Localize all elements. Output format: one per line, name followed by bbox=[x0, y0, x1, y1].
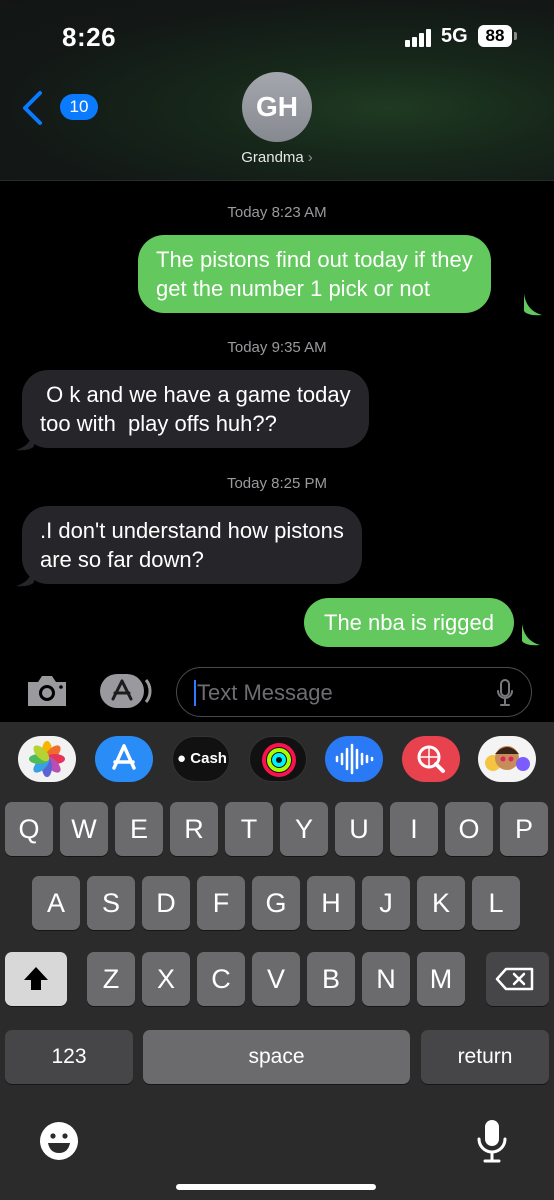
key-w[interactable]: W bbox=[60, 802, 108, 856]
key-g[interactable]: G bbox=[252, 876, 300, 930]
incoming-message[interactable]: O k and we have a game today too with pl… bbox=[22, 370, 369, 448]
space-key[interactable]: space bbox=[143, 1030, 410, 1084]
key-o[interactable]: O bbox=[445, 802, 493, 856]
key-b[interactable]: B bbox=[307, 952, 355, 1006]
key-m[interactable]: M bbox=[417, 952, 465, 1006]
text-cursor bbox=[194, 680, 196, 706]
shift-key[interactable] bbox=[5, 952, 67, 1006]
audio-message-icon[interactable] bbox=[325, 736, 383, 782]
key-n[interactable]: N bbox=[362, 952, 410, 1006]
key-d[interactable]: D bbox=[142, 876, 190, 930]
conversation-header: 8:26 5G 88 10 GH Grandma › bbox=[0, 0, 554, 181]
back-button[interactable]: 10 bbox=[20, 88, 98, 128]
key-y[interactable]: Y bbox=[280, 802, 328, 856]
chevron-right-icon: › bbox=[307, 149, 313, 166]
image-search-icon[interactable] bbox=[402, 736, 460, 782]
key-k[interactable]: K bbox=[417, 876, 465, 930]
key-u[interactable]: U bbox=[335, 802, 383, 856]
activity-icon[interactable] bbox=[249, 736, 307, 782]
photos-flower-icon bbox=[29, 741, 65, 777]
key-i[interactable]: I bbox=[390, 802, 438, 856]
backspace-icon bbox=[495, 967, 534, 991]
photos-icon[interactable] bbox=[18, 736, 76, 782]
key-a[interactable]: A bbox=[32, 876, 80, 930]
key-r[interactable]: R bbox=[170, 802, 218, 856]
contact-name-button[interactable]: Grandma › bbox=[0, 149, 554, 166]
apple-cash-icon[interactable]: ● Cash bbox=[172, 736, 230, 782]
unread-count-badge: 10 bbox=[60, 94, 98, 120]
app-store-icon[interactable] bbox=[95, 736, 153, 782]
home-indicator bbox=[176, 1184, 376, 1190]
key-s[interactable]: S bbox=[87, 876, 135, 930]
key-v[interactable]: V bbox=[252, 952, 300, 1006]
camera-icon[interactable] bbox=[24, 672, 70, 710]
numbers-key[interactable]: 123 bbox=[5, 1030, 133, 1084]
bubble-tail bbox=[522, 624, 540, 646]
key-x[interactable]: X bbox=[142, 952, 190, 1006]
microphone-icon[interactable] bbox=[496, 678, 514, 708]
memoji-faces-icon bbox=[485, 746, 530, 771]
return-key[interactable]: return bbox=[421, 1030, 549, 1084]
cellular-signal-icon bbox=[405, 29, 435, 47]
key-j[interactable]: J bbox=[362, 876, 410, 930]
memoji-icon[interactable] bbox=[478, 736, 536, 782]
key-e[interactable]: E bbox=[115, 802, 163, 856]
activity-rings-icon bbox=[262, 743, 296, 777]
timestamp: Today 8:23 AM bbox=[227, 204, 327, 221]
key-q[interactable]: Q bbox=[5, 802, 53, 856]
message-input[interactable]: Text Message bbox=[176, 667, 532, 717]
contact-avatar[interactable]: GH bbox=[242, 72, 312, 142]
timestamp: Today 8:25 PM bbox=[226, 475, 328, 492]
app-store-icon[interactable] bbox=[98, 672, 152, 710]
dictation-microphone-icon[interactable] bbox=[475, 1118, 509, 1164]
bubble-tail bbox=[16, 565, 34, 587]
outgoing-message[interactable]: The pistons find out today if they get t… bbox=[138, 235, 491, 313]
incoming-message[interactable]: .I don't understand how pistons are so f… bbox=[22, 506, 362, 584]
battery-icon: 88 bbox=[478, 25, 512, 47]
shift-arrow-icon bbox=[24, 967, 48, 990]
emoji-icon[interactable] bbox=[38, 1120, 80, 1162]
timestamp: Today 9:35 AM bbox=[227, 339, 327, 356]
globe-search-icon bbox=[417, 745, 445, 773]
key-f[interactable]: F bbox=[197, 876, 245, 930]
key-l[interactable]: L bbox=[472, 876, 520, 930]
key-p[interactable]: P bbox=[500, 802, 548, 856]
bubble-tail bbox=[16, 429, 34, 451]
key-z[interactable]: Z bbox=[87, 952, 135, 1006]
chevron-left-icon bbox=[23, 91, 42, 125]
message-placeholder: Text Message bbox=[197, 680, 333, 705]
key-h[interactable]: H bbox=[307, 876, 355, 930]
app-store-glyph-icon bbox=[112, 744, 136, 770]
contact-name: Grandma bbox=[241, 149, 304, 166]
key-t[interactable]: T bbox=[225, 802, 273, 856]
battery-tip bbox=[514, 32, 517, 40]
bubble-tail bbox=[524, 294, 542, 316]
network-type: 5G bbox=[441, 25, 468, 47]
delete-key[interactable] bbox=[486, 952, 549, 1006]
outgoing-message[interactable]: The nba is rigged bbox=[304, 598, 514, 647]
key-c[interactable]: C bbox=[197, 952, 245, 1006]
status-time: 8:26 bbox=[62, 22, 117, 52]
waveform-icon bbox=[335, 743, 374, 775]
apple-cash-label: ● Cash bbox=[177, 750, 227, 767]
